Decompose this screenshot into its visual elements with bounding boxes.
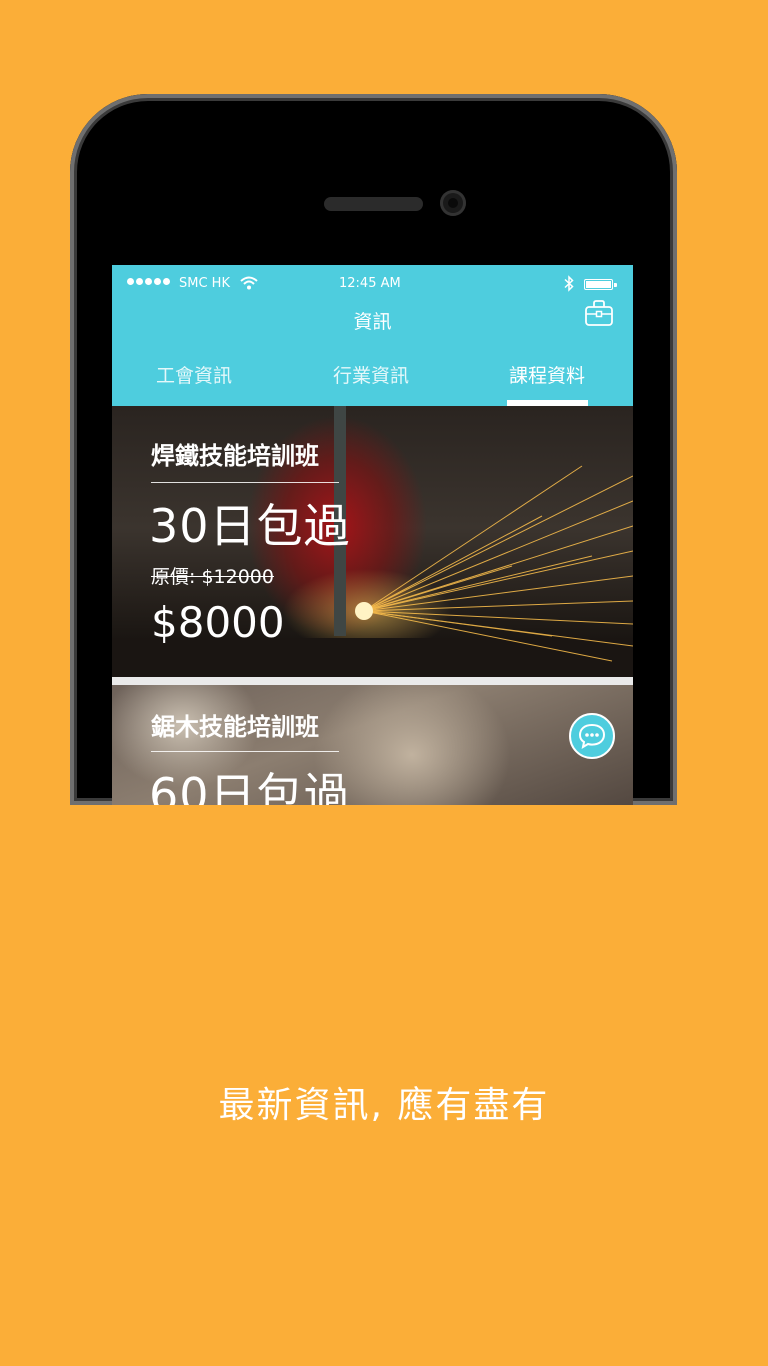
chat-button[interactable] xyxy=(569,713,615,759)
bluetooth-icon xyxy=(564,275,574,292)
card-separator xyxy=(112,677,633,685)
course-slogan: 60日包過 xyxy=(149,768,351,805)
chat-bubble-icon xyxy=(578,723,606,750)
camera-icon xyxy=(440,190,466,216)
phone-speaker xyxy=(324,197,423,211)
tagline: 最新資訊, 應有盡有 xyxy=(218,1085,550,1126)
original-price: 原價: $12000 xyxy=(151,566,274,588)
title-divider xyxy=(151,751,339,752)
tab-union-news[interactable]: 工會資訊 xyxy=(134,361,254,388)
course-title: 鋸木技能培訓班 xyxy=(151,713,319,741)
wifi-icon xyxy=(240,276,258,290)
status-bar: SMC HK 12:45 AM xyxy=(112,265,633,305)
course-card-welding[interactable]: 焊鐵技能培訓班 30日包過 原價: $12000 $8000 xyxy=(112,406,633,677)
carrier-label: SMC HK xyxy=(179,276,230,291)
signal-dots-icon xyxy=(127,278,170,285)
app-header: SMC HK 12:45 AM 資訊 工會資訊 行業資訊 課程資料 xyxy=(112,265,633,406)
briefcase-icon[interactable] xyxy=(584,299,614,327)
app-screen: SMC HK 12:45 AM 資訊 工會資訊 行業資訊 課程資料 焊鐵技能培訓… xyxy=(112,265,633,805)
course-title: 焊鐵技能培訓班 xyxy=(151,442,319,470)
battery-icon xyxy=(584,279,617,290)
status-time: 12:45 AM xyxy=(339,276,401,291)
sale-price: $8000 xyxy=(151,598,285,647)
tab-industry-news[interactable]: 行業資訊 xyxy=(311,361,431,388)
tab-course-info[interactable]: 課程資料 xyxy=(487,361,607,388)
course-slogan: 30日包過 xyxy=(149,499,351,553)
course-card-woodwork[interactable]: 鋸木技能培訓班 60日包過 xyxy=(112,685,633,805)
phone-frame: SMC HK 12:45 AM 資訊 工會資訊 行業資訊 課程資料 焊鐵技能培訓… xyxy=(70,94,677,805)
page-title: 資訊 xyxy=(353,311,392,333)
title-divider xyxy=(151,482,339,483)
